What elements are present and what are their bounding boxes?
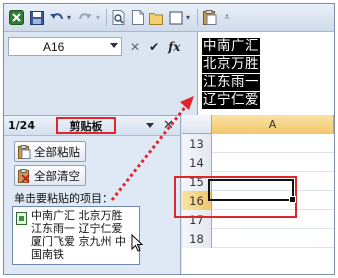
save-icon[interactable] — [29, 9, 44, 26]
cancel-icon[interactable]: ✕ — [130, 40, 140, 54]
excel-logo-icon[interactable] — [9, 9, 24, 26]
clear-all-button[interactable]: 全部清空 — [14, 165, 86, 186]
clipboard-pane-header: 1/24 剪贴板 ✕ — [4, 116, 180, 136]
cell[interactable] — [212, 229, 334, 248]
mouse-cursor-icon — [131, 234, 143, 252]
redo-dropdown-icon[interactable]: ▾ — [94, 9, 102, 26]
paste-all-icon — [18, 144, 31, 159]
close-icon[interactable]: ✕ — [163, 118, 174, 133]
name-box[interactable]: A16 — [8, 37, 122, 56]
name-box-dropdown-icon[interactable] — [110, 43, 118, 48]
formula-line: 中南广汇 — [202, 38, 260, 55]
row-header[interactable]: 14 — [182, 153, 212, 172]
insert-function-icon[interactable]: fx — [168, 40, 180, 54]
more-commands-icon[interactable]: ⩡ — [222, 9, 232, 26]
toolbar-separator — [106, 9, 107, 26]
redo-icon[interactable] — [78, 9, 93, 26]
paste-all-label: 全部粘贴 — [34, 144, 80, 159]
clipboard-item-text: 中南广汇 北京万胜 江东雨一 辽宁仁爱 厦门飞爱 京九州 中国南铁 — [31, 209, 126, 261]
shape-dropdown-icon[interactable]: ▾ — [184, 9, 192, 26]
excel-window: ▾ ▾ ▾ ⩡ A16 ✕ ✔ fx 中南广汇 北京万胜 江东雨一 辽宁仁爱 1… — [3, 3, 335, 275]
column-header-row: A — [182, 115, 334, 134]
active-cell-border — [208, 179, 296, 203]
sheet-row: 18 — [182, 229, 334, 248]
cell[interactable] — [212, 134, 334, 153]
clear-all-icon — [18, 168, 31, 183]
excel-clip-icon — [16, 212, 27, 225]
clear-all-label: 全部清空 — [34, 168, 80, 183]
clipboard-pane: 1/24 剪贴板 ✕ 全部粘贴 全部清空 单击要粘贴的项目： 中南广汇 北京万胜… — [4, 115, 181, 274]
name-box-value: A16 — [43, 39, 65, 54]
clipboard-count: 1/24 — [8, 119, 35, 132]
formula-line: 北京万胜 — [202, 56, 260, 73]
enter-icon[interactable]: ✔ — [149, 40, 159, 54]
clipboard-pane-title: 剪贴板 — [56, 117, 116, 134]
open-icon[interactable] — [149, 9, 164, 26]
shape-icon[interactable] — [169, 9, 183, 26]
sheet-row: 14 — [182, 153, 334, 172]
select-all-corner[interactable] — [182, 115, 212, 134]
formula-input[interactable]: 中南广汇 北京万胜 江东雨一 辽宁仁爱 — [197, 32, 334, 116]
pane-options-icon[interactable] — [146, 123, 154, 128]
toolbar-separator — [197, 9, 198, 26]
undo-dropdown-icon[interactable]: ▾ — [65, 9, 73, 26]
quick-access-toolbar: ▾ ▾ ▾ ⩡ — [4, 4, 334, 32]
row-header[interactable]: 18 — [182, 229, 212, 248]
cell[interactable] — [212, 153, 334, 172]
new-document-icon[interactable] — [131, 9, 145, 26]
sheet-row: 13 — [182, 134, 334, 153]
undo-icon[interactable] — [48, 9, 64, 26]
row-header[interactable]: 13 — [182, 134, 212, 153]
formula-buttons: ✕ ✔ fx — [124, 37, 196, 56]
paste-icon[interactable] — [202, 9, 217, 26]
print-preview-icon[interactable] — [111, 9, 126, 26]
formula-line: 辽宁仁爱 — [202, 92, 260, 109]
paste-all-button[interactable]: 全部粘贴 — [14, 141, 86, 162]
formula-content: 中南广汇 北京万胜 江东雨一 辽宁仁爱 — [202, 38, 260, 109]
clipboard-instruction: 单击要粘贴的项目： — [14, 192, 113, 205]
clipboard-item[interactable]: 中南广汇 北京万胜 江东雨一 辽宁仁爱 厦门飞爱 京九州 中国南铁 — [12, 206, 140, 265]
formula-line: 江东雨一 — [202, 74, 260, 91]
column-header-a[interactable]: A — [212, 115, 334, 134]
